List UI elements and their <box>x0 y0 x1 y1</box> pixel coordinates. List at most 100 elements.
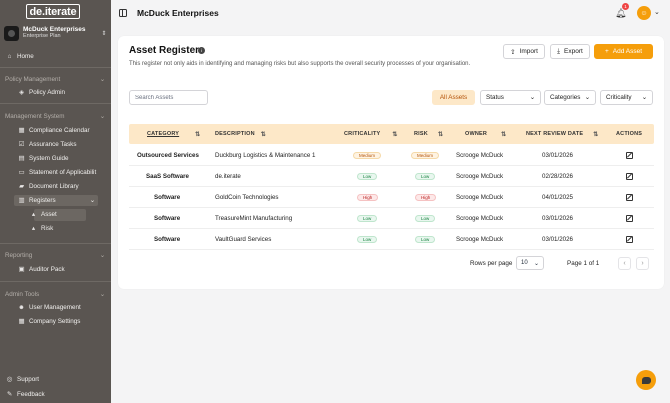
edit-icon[interactable] <box>626 236 633 243</box>
search-input[interactable] <box>129 90 208 105</box>
chevron-down-icon: ⌄ <box>99 290 105 298</box>
sidebar-toggle-icon[interactable] <box>119 9 127 17</box>
chevron-down-icon: ⌄ <box>533 260 539 267</box>
chevron-down-icon: ⌄ <box>584 94 590 101</box>
sidebar-item-compliance-calendar[interactable]: ▦ Compliance Calendar <box>17 125 90 136</box>
topbar: McDuck Enterprises 🔔︎ 1 ☺ ⌄ <box>111 0 670 27</box>
sidebar-item-auditor-pack[interactable]: ▣ Auditor Pack <box>17 264 65 275</box>
avatar[interactable]: ☺ <box>637 6 651 20</box>
table-header: CATEGORY ⇅ DESCRIPTION ⇅ CRITICALITY ⇅ R… <box>129 124 654 144</box>
sidebar-item-company-settings[interactable]: ▦ Company Settings <box>17 316 81 327</box>
sort-icon: ⇅ <box>392 131 398 138</box>
column-actions: ACTIONS <box>616 131 643 137</box>
chevron-down-icon: ⌄ <box>529 94 535 101</box>
edit-icon[interactable] <box>626 194 633 201</box>
asset-icon: ▴ <box>31 211 36 218</box>
rows-per-page-select[interactable]: 10 ⌄ <box>516 256 544 270</box>
sidebar-item-document-library[interactable]: ▰ Document Library <box>17 181 79 192</box>
notification-badge: 1 <box>622 3 629 10</box>
edit-icon[interactable] <box>626 215 633 222</box>
sidebar-subitem-asset[interactable]: ▴ Asset <box>29 209 57 220</box>
registers-icon: ▥ <box>18 197 25 204</box>
chevron-down-icon[interactable]: ⌄ <box>654 8 660 16</box>
sort-icon: ⇅ <box>260 131 267 138</box>
folder-icon: ▰ <box>19 183 24 190</box>
section-admin-tools[interactable]: Admin Tools ⌄ <box>5 289 105 299</box>
home-icon: ⌂ <box>7 53 12 60</box>
chevron-updown-icon: ⇕ <box>101 30 107 37</box>
info-icon[interactable]: i <box>198 47 205 54</box>
column-criticality[interactable]: CRITICALITY ⇅ <box>344 124 398 144</box>
criticality-badge: Medium <box>353 152 382 159</box>
org-switcher[interactable]: McDuck Enterprises Enterprise Plan ⇕ <box>4 23 108 43</box>
document-icon: ▭ <box>18 169 25 176</box>
asset-register-card: Asset Register i This register not only … <box>118 36 664 289</box>
sort-icon: ⇅ <box>501 131 507 138</box>
chevron-down-icon: ⌄ <box>99 75 105 83</box>
org-plan: Enterprise Plan <box>23 33 61 39</box>
sidebar-item-assurance-tasks[interactable]: ☑ Assurance Tasks <box>17 139 77 150</box>
table-row[interactable]: Software VaultGuard Services Low Low Scr… <box>129 229 654 250</box>
table-row[interactable]: Software TreasureMint Manufacturing Low … <box>129 208 654 229</box>
risk-badge: Low <box>415 173 436 180</box>
calendar-icon: ▦ <box>18 127 25 134</box>
chevron-down-icon: ⌄ <box>99 112 105 120</box>
sort-icon: ⇅ <box>593 131 599 138</box>
table-row[interactable]: Outsourced Services Duckburg Logistics &… <box>129 145 654 166</box>
criticality-badge: Low <box>357 215 378 222</box>
logo: de.iterate <box>26 4 80 19</box>
clipboard-icon: ▣ <box>18 266 25 273</box>
import-button[interactable]: ⇪ Import <box>503 44 545 59</box>
filter-all-assets[interactable]: All Assets <box>432 90 475 105</box>
next-page-button[interactable]: › <box>636 257 649 270</box>
upload-icon: ⇪ <box>510 48 516 56</box>
edit-icon[interactable] <box>626 173 633 180</box>
sidebar: de.iterate McDuck Enterprises Enterprise… <box>0 0 111 403</box>
rows-per-page-label: Rows per page <box>470 260 513 267</box>
org-avatar <box>4 25 19 41</box>
chevron-down-icon: ⌄ <box>89 197 95 204</box>
sidebar-item-registers[interactable]: ▥ Registers ⌄ <box>14 195 98 206</box>
risk-badge: Low <box>415 236 436 243</box>
tasks-icon: ☑ <box>18 141 25 148</box>
column-next-review-date[interactable]: NEXT REVIEW DATE ⇅ <box>526 124 598 144</box>
sidebar-subitem-risk[interactable]: ▴ Risk <box>29 223 53 234</box>
page-title: McDuck Enterprises <box>137 8 219 18</box>
column-description[interactable]: DESCRIPTION ⇅ <box>215 124 266 144</box>
sidebar-item-policy-admin[interactable]: ◈ Policy Admin <box>17 87 65 98</box>
guide-icon: ▤ <box>18 155 25 162</box>
sidebar-item-statement-of-applicability[interactable]: ▭ Statement of Applicabilit <box>17 167 97 178</box>
section-management-system[interactable]: Management System ⌄ <box>5 111 105 121</box>
categories-dropdown[interactable]: Categories ⌄ <box>544 90 596 105</box>
edit-icon[interactable] <box>626 152 633 159</box>
prev-page-button[interactable]: ‹ <box>618 257 631 270</box>
section-policy-management[interactable]: Policy Management ⌄ <box>5 74 105 84</box>
criticality-badge: Low <box>357 173 378 180</box>
column-category[interactable]: CATEGORY ⇅ <box>147 124 200 144</box>
plus-icon: + <box>604 48 609 55</box>
sidebar-item-system-guide[interactable]: ▤ System Guide <box>17 153 69 164</box>
support-icon: ◎ <box>6 376 13 383</box>
table-row[interactable]: SaaS Software de.iterate Low Low Scrooge… <box>129 166 654 187</box>
status-dropdown[interactable]: Status ⌄ <box>480 90 541 105</box>
shield-icon: ◈ <box>19 89 24 96</box>
export-button[interactable]: ⤓ Export <box>550 44 590 59</box>
feedback-icon: ✎ <box>6 391 13 398</box>
download-icon: ⤓ <box>557 47 561 55</box>
chevron-down-icon: ⌄ <box>641 94 647 101</box>
sidebar-item-feedback[interactable]: ✎ Feedback <box>5 389 45 400</box>
risk-badge: Low <box>415 215 436 222</box>
card-description: This register not only aids in identifyi… <box>129 61 471 67</box>
section-reporting[interactable]: Reporting ⌄ <box>5 250 105 260</box>
sidebar-item-home[interactable]: ⌂ Home <box>5 51 34 62</box>
criticality-dropdown[interactable]: Criticality ⌄ <box>600 90 653 105</box>
table-row[interactable]: Software GoldCoin Technologies High High… <box>129 187 654 208</box>
sidebar-item-support[interactable]: ◎ Support <box>5 374 39 385</box>
column-owner[interactable]: OWNER ⇅ <box>465 124 506 144</box>
chat-fab-button[interactable] <box>636 370 656 390</box>
column-risk[interactable]: RISK ⇅ <box>414 124 443 144</box>
risk-badge: High <box>415 194 437 201</box>
sidebar-item-user-management[interactable]: ☻ User Management <box>17 302 81 313</box>
sort-icon: ⇅ <box>195 131 201 138</box>
add-asset-button[interactable]: + Add Asset <box>594 44 653 59</box>
